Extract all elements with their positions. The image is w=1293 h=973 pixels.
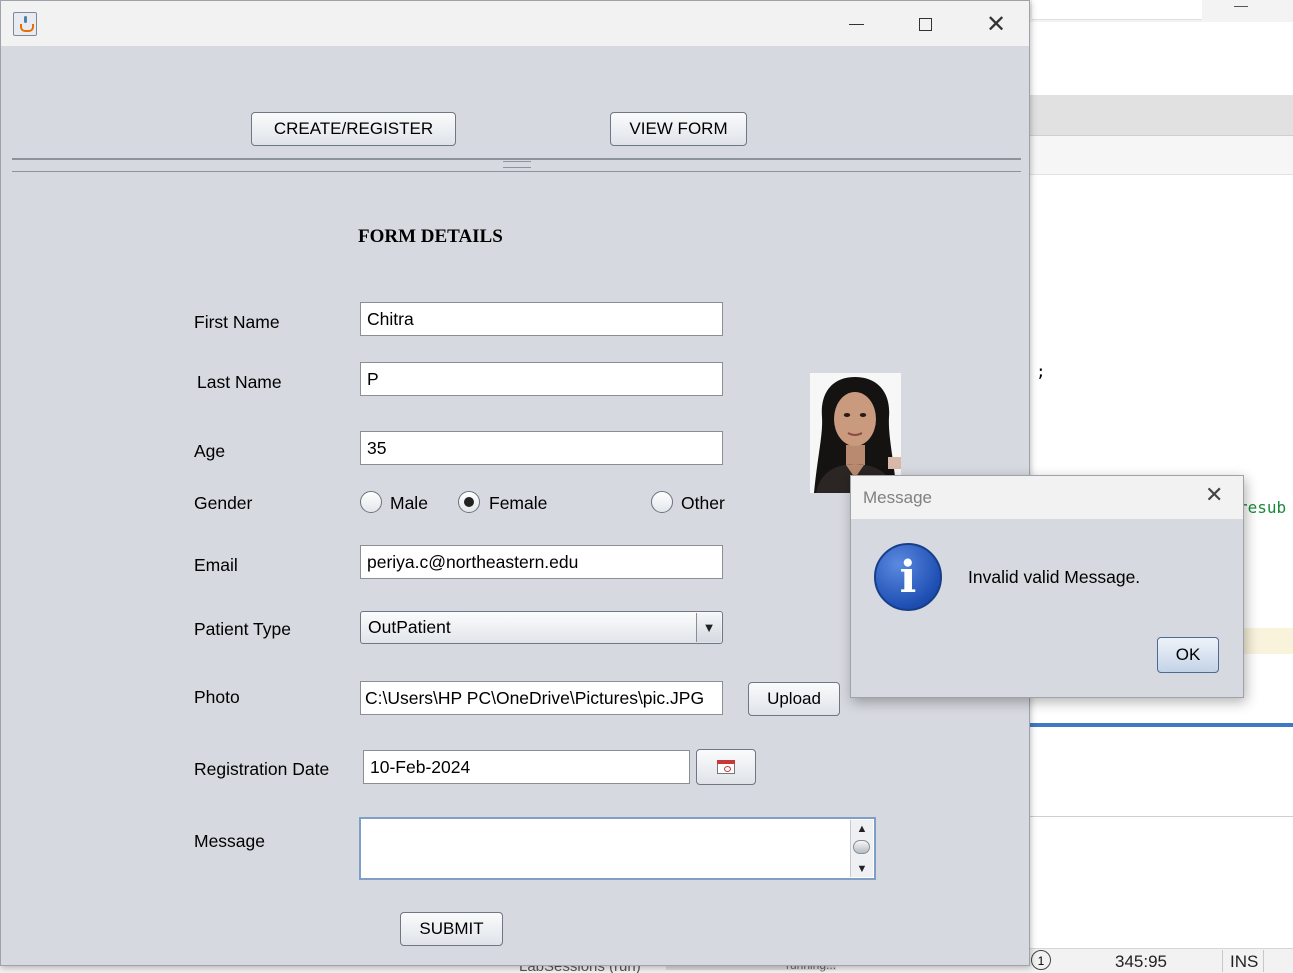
last-name-label: Last Name bbox=[197, 372, 282, 392]
close-button[interactable]: ✕ bbox=[973, 7, 1019, 41]
close-icon[interactable]: ✕ bbox=[1205, 484, 1223, 508]
patient-type-label: Patient Type bbox=[194, 619, 291, 639]
message-dialog: Message ✕ i Invalid valid Message. OK bbox=[850, 475, 1244, 698]
gender-radio-female[interactable] bbox=[458, 491, 480, 513]
dialog-titlebar[interactable]: Message ✕ bbox=[851, 476, 1243, 519]
upload-button[interactable]: Upload bbox=[748, 682, 840, 716]
calendar-icon bbox=[717, 760, 735, 774]
last-name-field[interactable]: P bbox=[360, 362, 723, 396]
date-picker-button[interactable] bbox=[696, 749, 756, 785]
ide-search-box[interactable] bbox=[1032, 0, 1202, 20]
message-scrollbar[interactable]: ▲ ▼ bbox=[850, 820, 873, 877]
gender-option-label[interactable]: Male bbox=[390, 493, 428, 514]
split-pane-grip-icon[interactable] bbox=[503, 161, 531, 168]
email-label: Email bbox=[194, 555, 238, 575]
ide-output-panel bbox=[1030, 816, 1293, 949]
gender-radio-male[interactable] bbox=[360, 491, 382, 513]
patient-type-selected: OutPatient bbox=[368, 617, 451, 637]
notification-icon[interactable]: 1 bbox=[1031, 950, 1051, 970]
dialog-message: Invalid valid Message. bbox=[968, 567, 1141, 587]
photo-label: Photo bbox=[194, 687, 240, 707]
caret-position: 345:95 bbox=[1115, 952, 1167, 971]
minimize-button[interactable] bbox=[833, 7, 879, 41]
form-heading: FORM DETAILS bbox=[358, 226, 503, 247]
first-name-field[interactable]: Chitra bbox=[360, 302, 723, 336]
ide-panel-divider bbox=[1030, 723, 1293, 727]
split-pane-divider bbox=[12, 158, 1021, 160]
message-textarea[interactable]: ▲ ▼ bbox=[359, 817, 876, 880]
scroll-down-icon[interactable]: ▼ bbox=[851, 862, 873, 876]
create-register-button[interactable]: CREATE/REGISTER bbox=[251, 112, 456, 146]
info-icon: i bbox=[874, 543, 942, 611]
gender-label: Gender bbox=[194, 493, 253, 513]
ide-code-fragment: resub bbox=[1238, 498, 1287, 517]
dialog-title: Message bbox=[863, 488, 932, 507]
ide-line-highlight bbox=[1240, 628, 1293, 654]
submit-button[interactable]: SUBMIT bbox=[400, 912, 503, 946]
ok-button[interactable]: OK bbox=[1157, 637, 1219, 673]
age-label: Age bbox=[194, 441, 226, 461]
java-app-icon bbox=[13, 12, 37, 36]
status-separator bbox=[1222, 950, 1223, 972]
close-icon: ✕ bbox=[985, 10, 1007, 38]
view-form-button[interactable]: VIEW FORM bbox=[610, 112, 747, 146]
maximize-icon bbox=[918, 17, 932, 31]
message-label: Message bbox=[194, 831, 266, 851]
gender-option-label[interactable]: Other bbox=[681, 493, 725, 514]
scroll-up-icon[interactable]: ▲ bbox=[851, 822, 873, 836]
photo-path-field[interactable]: C:\Users\HP PC\OneDrive\Pictures\pic.JPG bbox=[360, 681, 723, 715]
gender-option-label[interactable]: Female bbox=[489, 493, 547, 514]
registration-date-label: Registration Date bbox=[194, 759, 330, 779]
chevron-down-icon[interactable]: ▼ bbox=[696, 613, 721, 642]
email-field[interactable]: periya.c@northeastern.edu bbox=[360, 545, 723, 579]
registration-date-field[interactable]: 10-Feb-2024 bbox=[363, 750, 690, 784]
ide-minimize-icon[interactable] bbox=[1234, 6, 1248, 7]
ide-toolbar bbox=[1030, 95, 1293, 136]
ide-editor-tabs bbox=[1030, 136, 1293, 175]
ide-code-text: ; bbox=[1036, 362, 1046, 381]
split-pane-divider bbox=[12, 171, 1021, 172]
patient-type-dropdown[interactable]: OutPatient ▼ bbox=[360, 611, 723, 644]
gender-radio-other[interactable] bbox=[651, 491, 673, 513]
first-name-label: First Name bbox=[194, 312, 280, 332]
minimize-icon bbox=[848, 23, 864, 25]
age-field[interactable]: 35 bbox=[360, 431, 723, 465]
window-titlebar[interactable]: ✕ bbox=[1, 1, 1029, 46]
scroll-thumb[interactable] bbox=[853, 840, 870, 854]
maximize-button[interactable] bbox=[902, 7, 948, 41]
status-separator bbox=[1263, 950, 1264, 972]
insert-mode-indicator: INS bbox=[1230, 952, 1259, 971]
